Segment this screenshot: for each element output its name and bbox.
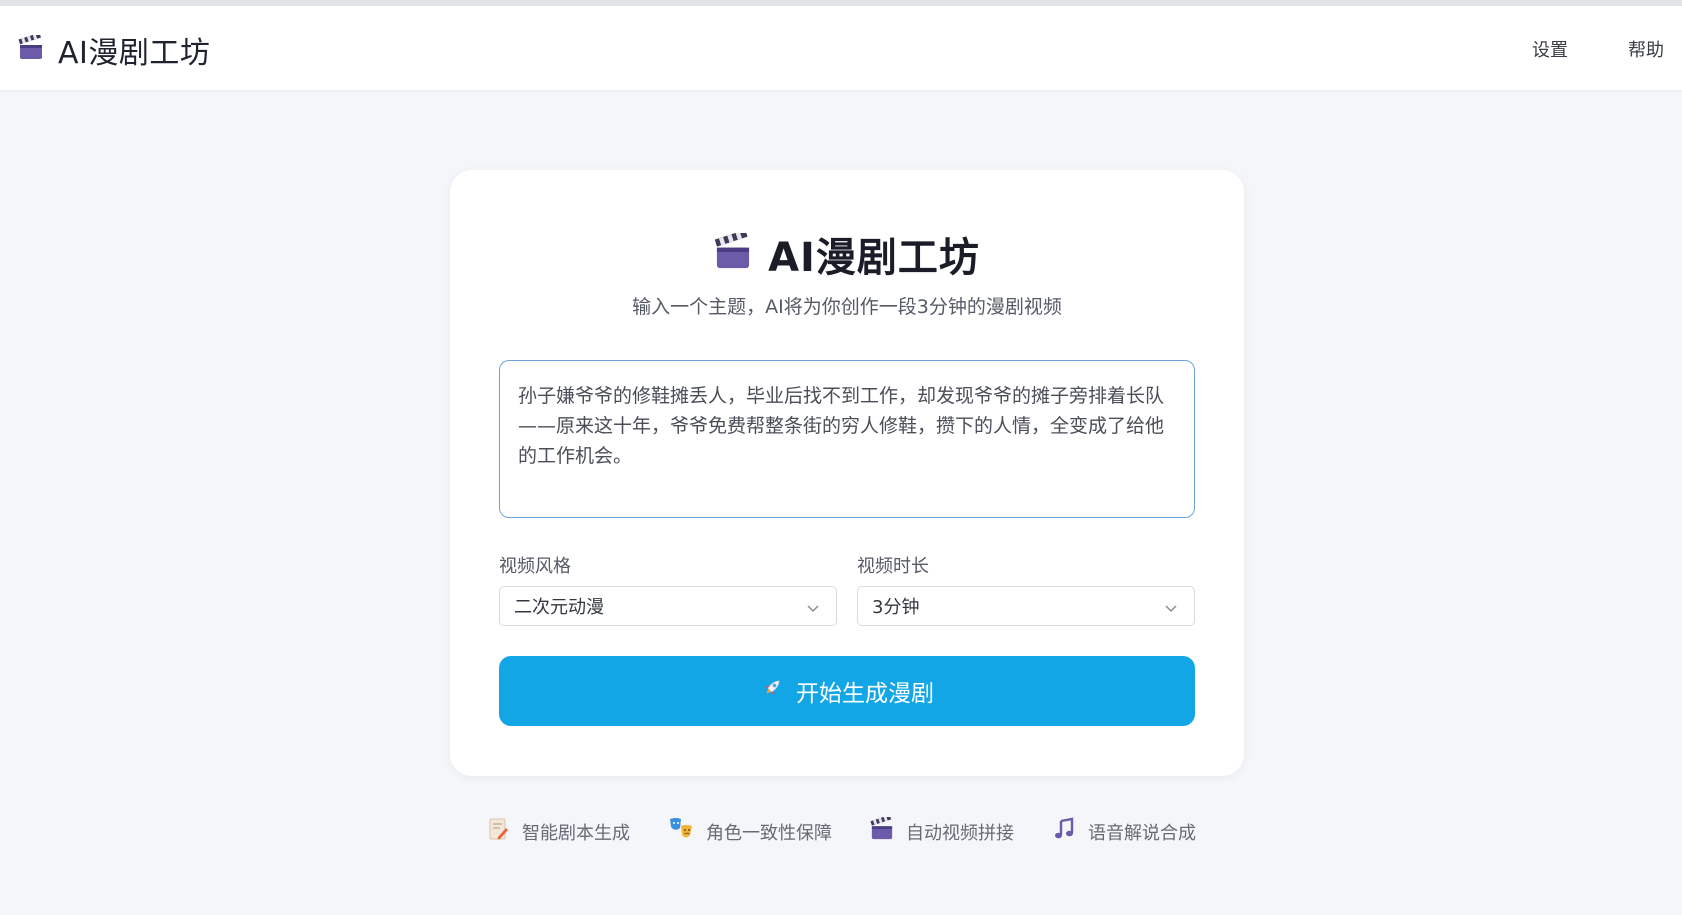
style-select[interactable]: 二次元动漫	[499, 586, 837, 626]
feature-label: 智能剧本生成	[522, 822, 630, 844]
clapperboard-icon	[870, 814, 894, 846]
feature-label: 语音解说合成	[1088, 822, 1196, 844]
rocket-icon	[760, 676, 784, 706]
hero-heading: AI漫剧工坊	[450, 225, 1244, 283]
hero-subtitle: 输入一个主题，AI将为你创作一段3分钟的漫剧视频	[632, 296, 1062, 318]
duration-label: 视频时长	[857, 556, 929, 577]
nav-links: 设置 帮助	[1532, 36, 1664, 62]
nav-settings-link[interactable]: 设置	[1532, 36, 1568, 62]
theater-masks-icon	[668, 816, 694, 847]
generate-button[interactable]: 开始生成漫剧	[499, 656, 1195, 726]
feature-label: 角色一致性保障	[706, 822, 832, 844]
app-title: AI漫剧工坊	[58, 36, 211, 71]
chevron-down-icon	[1164, 599, 1178, 620]
style-label: 视频风格	[499, 556, 571, 577]
clapperboard-icon	[714, 229, 752, 275]
memo-icon	[486, 817, 510, 846]
clapperboard-icon	[18, 32, 44, 65]
top-navbar: AI漫剧工坊 设置 帮助	[0, 6, 1682, 90]
feature-item: 自动视频拼接	[870, 814, 1014, 847]
hero-title: AI漫剧工坊	[768, 235, 980, 281]
feature-item: 语音解说合成	[1052, 816, 1196, 847]
feature-label: 自动视频拼接	[906, 822, 1014, 844]
topic-input[interactable]: 孙子嫌爷爷的修鞋摊丢人，毕业后找不到工作，却发现爷爷的摊子旁排着长队——原来这十…	[499, 360, 1195, 518]
feature-item: 智能剧本生成	[486, 816, 630, 847]
style-select-value: 二次元动漫	[514, 597, 604, 618]
feature-item: 角色一致性保障	[668, 816, 832, 847]
chevron-down-icon	[806, 599, 820, 620]
nav-help-link[interactable]: 帮助	[1628, 36, 1664, 62]
feature-list: 智能剧本生成 角色一致性保障 自动视频拼接 语音解说合成	[0, 814, 1682, 847]
music-note-icon	[1052, 817, 1076, 846]
generate-button-label: 开始生成漫剧	[796, 680, 934, 706]
brand[interactable]: AI漫剧工坊	[18, 30, 211, 71]
duration-select-value: 3分钟	[872, 597, 920, 618]
duration-select[interactable]: 3分钟	[857, 586, 1195, 626]
generator-card: AI漫剧工坊 输入一个主题，AI将为你创作一段3分钟的漫剧视频 孙子嫌爷爷的修鞋…	[450, 170, 1244, 776]
